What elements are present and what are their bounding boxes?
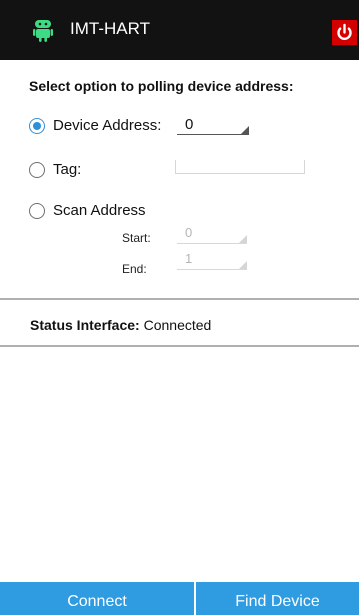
tag-label[interactable]: Tag: <box>53 161 81 178</box>
connect-button[interactable]: Connect <box>0 582 194 615</box>
status-value: Connected <box>143 317 212 333</box>
app-title: IMT-HART <box>70 19 150 38</box>
device-address-spinner[interactable]: 0 <box>177 115 249 137</box>
scan-address-radio[interactable] <box>29 203 45 219</box>
tag-radio[interactable] <box>29 162 45 178</box>
tag-input[interactable] <box>175 160 305 174</box>
android-robot-icon <box>33 18 53 42</box>
scan-end-label: End: <box>122 262 147 276</box>
action-bar: IMT-HART <box>0 0 359 60</box>
spinner-arrow-icon <box>241 126 249 134</box>
scan-start-value: 0 <box>185 225 193 240</box>
polling-section-title: Select option to polling device address: <box>29 78 294 94</box>
divider-top <box>0 298 359 300</box>
scan-end-spinner[interactable]: 1 <box>177 250 247 272</box>
device-address-label[interactable]: Device Address: <box>53 117 161 134</box>
divider-bottom <box>0 345 359 347</box>
status-interface: Status Interface: Connected <box>30 317 211 333</box>
spinner-arrow-icon <box>239 235 247 243</box>
bottom-button-bar: Connect Find Device <box>0 582 359 615</box>
scan-start-label: Start: <box>122 231 151 245</box>
find-device-button[interactable]: Find Device <box>196 582 359 615</box>
power-button[interactable] <box>332 20 357 45</box>
scan-end-value: 1 <box>185 251 193 266</box>
device-address-value: 0 <box>185 116 194 133</box>
app-screen: IMT-HART Select option to polling device… <box>0 0 359 615</box>
spinner-arrow-icon <box>239 261 247 269</box>
device-address-radio[interactable] <box>29 118 45 134</box>
status-label: Status Interface: <box>30 317 140 333</box>
scan-start-spinner[interactable]: 0 <box>177 224 247 246</box>
scan-address-label[interactable]: Scan Address <box>53 202 146 219</box>
